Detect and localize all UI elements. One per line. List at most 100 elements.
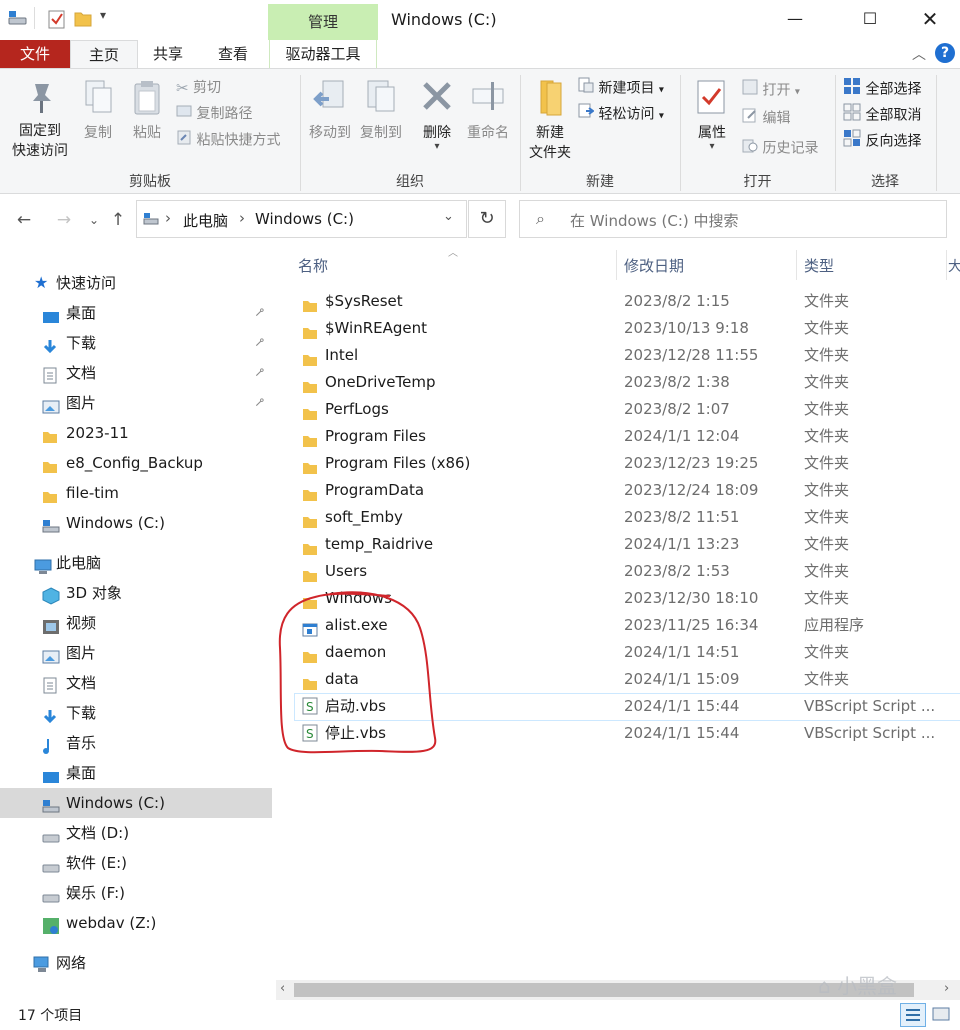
easy-access-button[interactable]: 轻松访问 ▾ <box>578 103 664 125</box>
navigation-pane: ★ 快速访问 桌面 ⊸ 下载 ⊸ 文档 ⊸ 图片 ⊸ 2023-11 e8_Config_Back… <box>0 250 272 982</box>
tab-home[interactable]: 主页 <box>70 40 138 68</box>
open-button[interactable]: 打开 ▾ <box>742 79 800 101</box>
pin-icon[interactable]: ⊸ <box>246 329 275 358</box>
cut-button[interactable]: ✂ 剪切 <box>176 77 221 99</box>
column-divider[interactable] <box>616 250 617 280</box>
nav-this-pc[interactable]: 此电脑 <box>0 548 272 578</box>
file-type: 文件夹 <box>804 508 850 526</box>
nav-pc-item[interactable]: 图片 <box>0 638 272 668</box>
column-header-name[interactable]: 名称 <box>298 256 328 276</box>
select-none-button[interactable]: 全部取消 <box>843 103 921 125</box>
column-divider[interactable] <box>946 250 947 280</box>
file-row[interactable]: $SysReset 2023/8/2 1:15 文件夹 <box>296 288 960 315</box>
nav-pc-item[interactable]: 视频 <box>0 608 272 638</box>
file-type: 文件夹 <box>804 319 850 337</box>
nav-pc-item[interactable]: 软件 (E:) <box>0 848 272 878</box>
file-date: 2024/1/1 12:04 <box>624 427 740 445</box>
nav-quick-item[interactable]: 文档 ⊸ <box>0 358 272 388</box>
nav-network[interactable]: 网络 <box>0 948 272 978</box>
history-button[interactable]: 历史记录 <box>742 137 818 159</box>
manage-context-tab[interactable]: 管理 <box>268 4 378 40</box>
file-row[interactable]: $WinREAgent 2023/10/13 9:18 文件夹 <box>296 315 960 342</box>
file-row[interactable]: Program Files (x86) 2023/12/23 19:25 文件夹 <box>296 450 960 477</box>
pin-icon[interactable]: ⊸ <box>246 299 275 328</box>
file-row[interactable]: temp_Raidrive 2024/1/1 13:23 文件夹 <box>296 531 960 558</box>
file-row[interactable]: Users 2023/8/2 1:53 文件夹 <box>296 558 960 585</box>
pin-quick-access-button[interactable]: 固定到 快速访问 <box>6 81 74 161</box>
invert-selection-button[interactable]: 反向选择 <box>843 129 921 151</box>
column-header-date[interactable]: 修改日期 <box>624 256 684 276</box>
new-item-button[interactable]: 新建项目 ▾ <box>578 77 664 99</box>
nav-pc-item[interactable]: 3D 对象 <box>0 578 272 608</box>
copy-to-button[interactable]: 复制到 <box>356 79 406 143</box>
breadcrumb-windows-c[interactable]: Windows (C:) <box>255 210 354 228</box>
drive-app-icon <box>8 10 28 32</box>
nav-pc-item[interactable]: Windows (C:) <box>0 788 272 818</box>
paste-shortcut-button[interactable]: 粘贴快捷方式 <box>176 129 280 151</box>
collapse-ribbon-icon[interactable]: ︿ <box>912 44 926 64</box>
paste-button[interactable]: 粘贴 <box>126 79 168 143</box>
details-view-icon[interactable] <box>900 1003 926 1027</box>
nav-pc-item[interactable]: 娱乐 (F:) <box>0 878 272 908</box>
copy-path-button[interactable]: 复制路径 <box>176 103 252 125</box>
nav-quick-item[interactable]: Windows (C:) <box>0 508 272 538</box>
nav-pc-item[interactable]: 桌面 <box>0 758 272 788</box>
up-arrow-icon[interactable]: ↑ <box>104 206 132 234</box>
nav-quick-access[interactable]: ★ 快速访问 <box>0 268 272 298</box>
tab-share[interactable]: 共享 <box>145 40 191 68</box>
scroll-left-arrow-icon[interactable]: ‹ <box>280 981 285 996</box>
maximize-button[interactable]: ☐ <box>845 4 895 34</box>
new-folder-button[interactable]: 新建 文件夹 <box>524 79 576 163</box>
nav-quick-item[interactable]: 2023-11 <box>0 418 272 448</box>
file-row[interactable]: OneDriveTemp 2023/8/2 1:38 文件夹 <box>296 369 960 396</box>
properties-button[interactable]: 属性 ▾ <box>688 79 736 152</box>
pin-icon[interactable]: ⊸ <box>246 389 275 418</box>
nav-pc-item[interactable]: 下载 <box>0 698 272 728</box>
nav-quick-item[interactable]: file-tim <box>0 478 272 508</box>
nav-quick-access-label: 快速访问 <box>56 274 117 292</box>
file-row[interactable]: ProgramData 2023/12/24 18:09 文件夹 <box>296 477 960 504</box>
scroll-right-arrow-icon[interactable]: › <box>944 981 949 996</box>
nav-quick-item[interactable]: 桌面 ⊸ <box>0 298 272 328</box>
column-header-type[interactable]: 类型 <box>804 256 834 276</box>
close-button[interactable]: ✕ <box>905 4 955 34</box>
tab-view[interactable]: 查看 <box>210 40 256 68</box>
minimize-button[interactable]: — <box>770 4 820 34</box>
nav-quick-item[interactable]: 下载 ⊸ <box>0 328 272 358</box>
new-folder-qat-icon[interactable] <box>74 10 92 32</box>
breadcrumb-this-pc[interactable]: 此电脑 <box>183 210 228 231</box>
column-divider[interactable] <box>796 250 797 280</box>
nav-pc-item[interactable]: 文档 <box>0 668 272 698</box>
copy-button[interactable]: 复制 <box>78 79 118 143</box>
nav-quick-item[interactable]: e8_Config_Backup <box>0 448 272 478</box>
nav-pc-item[interactable]: 文档 (D:) <box>0 818 272 848</box>
back-arrow-icon[interactable]: ← <box>10 206 38 234</box>
file-row[interactable]: Intel 2023/12/28 11:55 文件夹 <box>296 342 960 369</box>
tab-file[interactable]: 文件 <box>0 40 70 68</box>
nav-item-label: 软件 (E:) <box>66 854 128 872</box>
large-icons-view-icon[interactable] <box>930 1003 954 1027</box>
help-icon[interactable]: ? <box>935 43 955 63</box>
file-row[interactable]: soft_Emby 2023/8/2 11:51 文件夹 <box>296 504 960 531</box>
address-dropdown-chevron-icon[interactable]: ⌄ <box>443 209 454 224</box>
refresh-button[interactable]: ↻ <box>468 200 506 238</box>
rename-button[interactable]: 重命名 <box>462 79 514 143</box>
forward-arrow-icon[interactable]: → <box>50 206 78 234</box>
tab-drive-tools[interactable]: 驱动器工具 <box>269 40 377 68</box>
file-type: 文件夹 <box>804 481 850 499</box>
properties-qat-icon[interactable] <box>48 9 66 33</box>
delete-button[interactable]: 删除 ▾ <box>414 79 460 152</box>
nav-pc-item[interactable]: 音乐 <box>0 728 272 758</box>
qat-customize-icon[interactable]: ▾ <box>100 8 106 22</box>
file-row[interactable]: Program Files 2024/1/1 12:04 文件夹 <box>296 423 960 450</box>
select-all-button[interactable]: 全部选择 <box>843 77 921 99</box>
move-to-button[interactable]: 移动到 <box>304 79 356 143</box>
address-field[interactable]: › 此电脑 › Windows (C:) ⌄ <box>136 200 467 238</box>
edit-button[interactable]: 编辑 <box>742 107 790 129</box>
column-header-size-partial[interactable]: 大 <box>948 256 960 276</box>
search-box[interactable]: ⌕ 在 Windows (C:) 中搜索 <box>519 200 947 238</box>
nav-pc-item[interactable]: webdav (Z:) <box>0 908 272 938</box>
pin-icon[interactable]: ⊸ <box>246 359 275 388</box>
file-row[interactable]: PerfLogs 2023/8/2 1:07 文件夹 <box>296 396 960 423</box>
nav-quick-item[interactable]: 图片 ⊸ <box>0 388 272 418</box>
